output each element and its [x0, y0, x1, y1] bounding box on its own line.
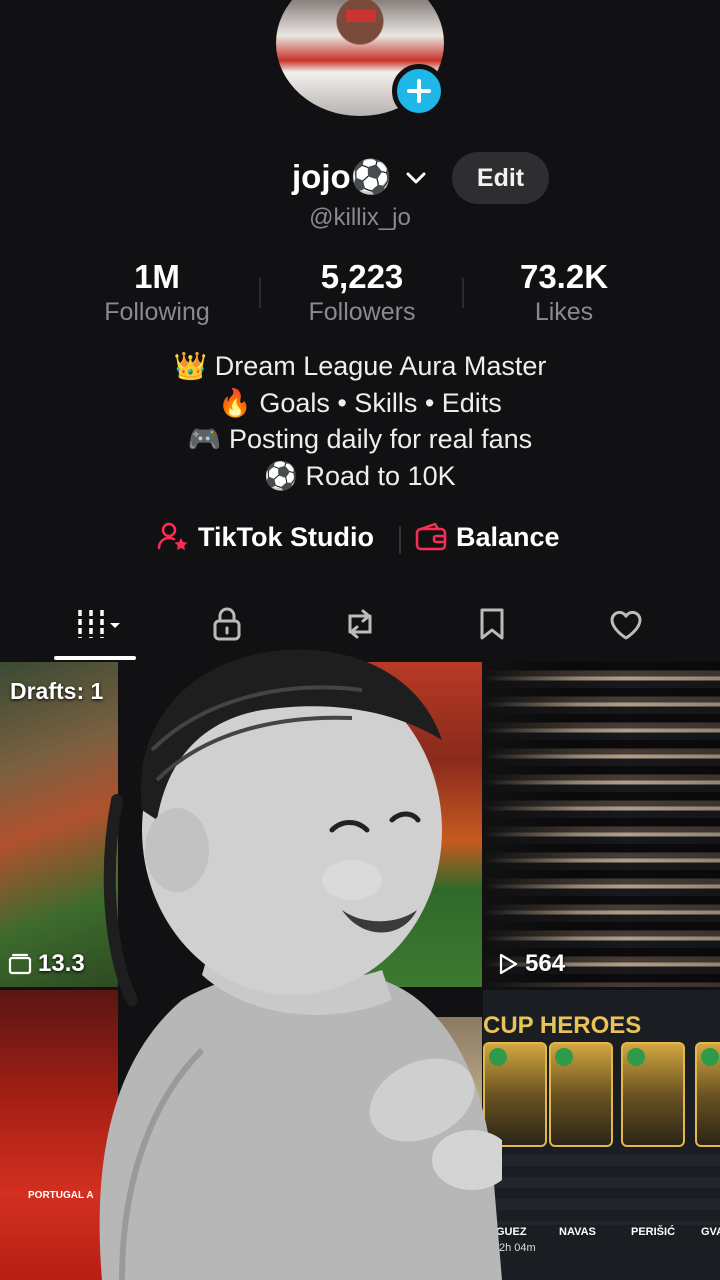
plus-icon — [407, 79, 431, 103]
videos-grid-icon — [78, 610, 120, 638]
player-name: NAVAS — [559, 1226, 596, 1238]
cup-heroes-title: CUP HEROES — [483, 1012, 642, 1039]
bookmark-icon — [480, 608, 504, 640]
player-names: RIGUEZ NAVAS PERIŠIĆ GVA — [483, 1222, 720, 1244]
bio-line: ⚽ Road to 10K — [264, 460, 456, 491]
time-left: 2h 04m — [499, 1242, 536, 1254]
balance-label: Balance — [456, 521, 560, 552]
player-stats-table — [483, 1155, 720, 1225]
player-name: GVA — [701, 1226, 720, 1238]
bio-line: 🎮 Posting daily for real fans — [187, 424, 533, 454]
following-label: Following — [104, 298, 210, 326]
following-count: 1M — [134, 258, 180, 295]
bio-line: 🔥 Goals • Skills • Edits — [218, 387, 502, 418]
player-card — [695, 1042, 720, 1147]
baby-overlay-image — [62, 640, 512, 1280]
baby-illustration — [99, 649, 512, 1280]
likes-count: 73.2K — [519, 258, 609, 295]
profile-links: TikTok Studio Balance — [0, 520, 720, 560]
rating-dot — [627, 1048, 645, 1066]
add-story-button[interactable] — [392, 64, 446, 118]
links-divider — [399, 526, 401, 554]
tile-count: 564 — [495, 950, 565, 978]
video-tile-cup-heroes[interactable]: CUP HEROES RIGUEZ NAVAS PERIŠIĆ GVA 2h 0… — [483, 990, 720, 1280]
profile-bio: 👑 Dream League Aura Master 🔥 Goals • Ski… — [0, 348, 720, 494]
likes-label: Likes — [534, 298, 594, 326]
name-row: jojo⚽ Edit — [0, 152, 720, 204]
heart-icon — [610, 610, 642, 640]
drafts-stack-icon — [8, 953, 32, 975]
studio-person-star-icon — [157, 522, 188, 550]
player-name: PERIŠIĆ — [631, 1226, 676, 1238]
studio-label: TikTok Studio — [198, 521, 375, 552]
tab-liked[interactable] — [586, 596, 666, 652]
lock-icon — [213, 607, 241, 641]
stat-followers[interactable]: 5,223 Followers — [262, 258, 462, 327]
player-card — [621, 1042, 685, 1147]
player-card — [549, 1042, 613, 1147]
play-icon — [499, 953, 518, 975]
balance-link[interactable]: Balance — [414, 520, 560, 554]
chevron-down-icon[interactable] — [402, 164, 430, 192]
rating-dot — [555, 1048, 573, 1066]
rating-dot — [701, 1048, 719, 1066]
tiktok-studio-link[interactable]: TikTok Studio — [156, 520, 374, 554]
avatar-jersey-detail — [346, 10, 376, 22]
video-tile[interactable]: 564 — [483, 662, 720, 987]
profile-stats: 1M Following 5,223 Followers 73.2K Likes — [0, 258, 720, 328]
stat-likes[interactable]: 73.2K Likes — [464, 258, 664, 327]
username[interactable]: jojo⚽ — [292, 158, 392, 197]
bio-line: 👑 Dream League Aura Master — [173, 351, 547, 381]
view-count: 564 — [525, 950, 566, 977]
stat-following[interactable]: 1M Following — [57, 258, 257, 327]
wallet-icon — [415, 522, 447, 551]
followers-count: 5,223 — [320, 258, 404, 295]
repost-icon — [348, 609, 372, 639]
user-handle: @killix_jo — [309, 204, 411, 231]
stat-divider — [259, 278, 261, 308]
followers-label: Followers — [308, 298, 416, 326]
edit-profile-button[interactable]: Edit — [452, 152, 549, 204]
